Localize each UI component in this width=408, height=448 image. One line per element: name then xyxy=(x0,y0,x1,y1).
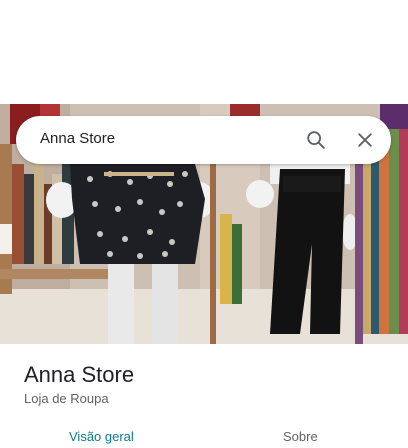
search-input[interactable]: Anna Store xyxy=(40,130,115,147)
tab-about[interactable]: Sobre xyxy=(283,429,318,444)
search-icon xyxy=(307,131,325,149)
place-title: Anna Store xyxy=(24,362,135,387)
tab-overview[interactable]: Visão geral xyxy=(69,429,134,444)
place-category: Loja de Roupa xyxy=(24,391,109,406)
close-icon xyxy=(358,133,372,147)
map-top-area xyxy=(0,0,408,104)
close-button[interactable] xyxy=(351,126,379,154)
search-button[interactable] xyxy=(302,126,330,154)
place-info-panel: Anna Store Loja de Roupa Visão geral Sob… xyxy=(0,344,408,448)
search-bar[interactable]: Anna Store xyxy=(16,116,391,164)
